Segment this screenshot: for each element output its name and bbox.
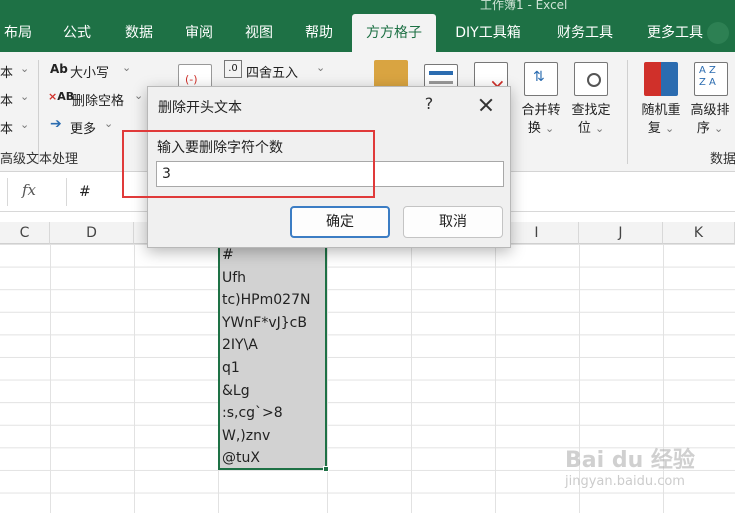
column-header-k[interactable]: K <box>663 222 735 244</box>
gridline <box>327 244 328 513</box>
tab-finance-tools[interactable]: 财务工具 <box>546 14 624 52</box>
ribbon-tab-bar: 工作簿1 - Excel 布局 公式 数据 审阅 视图 帮助 方方格子 DIY工… <box>0 0 735 52</box>
table-cell[interactable]: Ufh <box>222 267 246 290</box>
advanced-sort-label-1: 高级排 <box>690 103 730 118</box>
sort-az-icon: A ZZ A <box>694 62 728 96</box>
chevron-down-icon: ⌄ <box>104 117 114 130</box>
help-icon[interactable]: ? <box>420 93 438 115</box>
case-icon: Ab <box>50 62 68 76</box>
tab-fangfanggezi[interactable]: 方方格子 <box>352 14 436 52</box>
round-label: 四舍五入 <box>246 66 299 81</box>
trim-icon: ×AB <box>48 90 75 103</box>
table-cell[interactable]: &Lg <box>222 380 250 403</box>
column-header-d[interactable]: D <box>50 222 134 244</box>
ribbon-text-fragment-1[interactable]: 本 <box>0 62 13 81</box>
group-caption-data: 数据 <box>710 152 735 167</box>
ribbon-separator <box>627 60 628 164</box>
watermark-url: jingyan.baidu.com <box>565 474 685 489</box>
tab-view[interactable]: 视图 <box>232 14 286 52</box>
dialog-title: 删除开头文本 <box>158 100 242 116</box>
annotation-highlight-box <box>122 130 375 198</box>
tab-help[interactable]: 帮助 <box>292 14 346 52</box>
tab-review[interactable]: 审阅 <box>172 14 226 52</box>
chevron-down-icon: ⌄ <box>122 61 132 74</box>
trim-label: 删除空格 <box>72 94 125 109</box>
ribbon-toggle-icon[interactable] <box>707 22 729 44</box>
group-caption-advanced-text: 高级文本处理 <box>0 152 79 167</box>
table-cell[interactable]: YWnF*vJ}cB <box>222 312 307 335</box>
more-label: 更多 <box>70 122 97 137</box>
formula-value: # <box>79 184 91 200</box>
table-cell[interactable]: :s,cg`>8 <box>222 402 283 425</box>
chevron-down-icon: ⌄ <box>20 62 30 75</box>
chevron-down-icon: ⌄ <box>134 89 144 102</box>
merge-convert-label-1: 合并转 <box>521 103 561 118</box>
merge-convert-label-2: 换 ⌄ <box>527 121 555 136</box>
table-cell[interactable]: tc)HPm027N <box>222 289 310 312</box>
watermark-logo: Bai du 经验 <box>565 448 695 473</box>
ok-button[interactable]: 确定 <box>290 206 390 238</box>
tab-layout[interactable]: 布局 <box>0 14 36 52</box>
find-locate-label-1: 查找定 <box>571 103 611 118</box>
table-cell[interactable]: W,)znv <box>222 425 270 448</box>
chevron-down-icon: ⌄ <box>316 61 326 74</box>
gridline <box>495 244 496 513</box>
case-label: 大小写 <box>70 66 110 81</box>
ribbon-text-fragment-3[interactable]: 本 <box>0 118 13 137</box>
round-icon: .0 <box>224 60 242 78</box>
ribbon-text-fragment-2[interactable]: 本 <box>0 90 13 109</box>
column-header-j[interactable]: J <box>579 222 663 244</box>
tab-formulas[interactable]: 公式 <box>50 14 104 52</box>
tab-data[interactable]: 数据 <box>112 14 166 52</box>
merge-convert-icon: ⇅ <box>524 62 558 96</box>
gridline <box>50 244 51 513</box>
table-cell[interactable]: q1 <box>222 357 240 380</box>
find-locate-icon <box>574 62 608 96</box>
gridline <box>134 244 135 513</box>
advanced-sort-label-2: 序 ⌄ <box>696 121 724 136</box>
table-cell[interactable]: 2IY\A <box>222 334 258 357</box>
tab-diy-toolbox[interactable]: DIY工具箱 <box>446 14 530 52</box>
chevron-down-icon: ⌄ <box>20 118 30 131</box>
cancel-button[interactable]: 取消 <box>403 206 503 238</box>
random-repeat-label-2: 复 ⌄ <box>647 121 675 136</box>
arrow-right-icon: ➔ <box>50 116 62 132</box>
random-repeat-icon <box>644 62 678 96</box>
close-icon[interactable] <box>468 92 504 118</box>
gridline <box>411 244 412 513</box>
chevron-down-icon: ⌄ <box>20 90 30 103</box>
table-cell[interactable]: @tuX <box>222 447 260 470</box>
find-locate-label-2: 位 ⌄ <box>577 121 605 136</box>
function-icon[interactable]: fx <box>22 181 36 199</box>
column-header-c[interactable]: C <box>0 222 50 244</box>
random-repeat-label-1: 随机重 <box>641 103 681 118</box>
tab-more-tools[interactable]: 更多工具 <box>636 14 714 52</box>
name-box[interactable] <box>0 178 8 206</box>
fill-handle[interactable] <box>323 466 329 472</box>
window-title: 工作簿1 - Excel <box>480 0 568 12</box>
